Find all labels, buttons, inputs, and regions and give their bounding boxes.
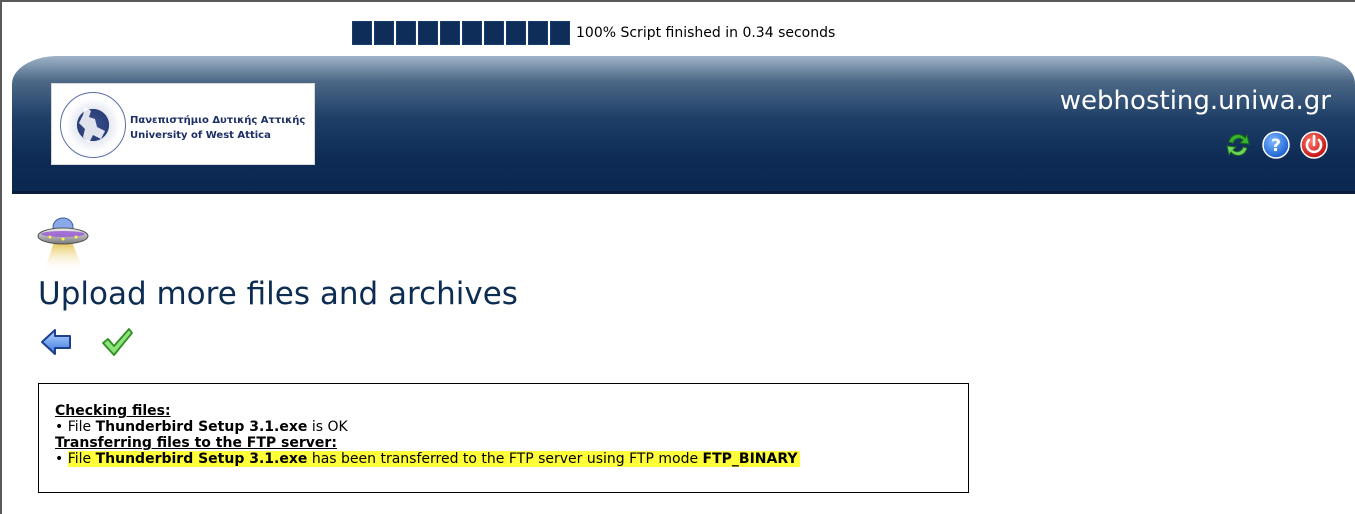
ftp-mode: FTP_BINARY: [702, 451, 798, 467]
university-seal-icon: [60, 92, 126, 158]
site-title: webhosting.uniwa.gr: [1059, 86, 1331, 116]
page-actions: [40, 325, 134, 359]
progress-block: [396, 21, 416, 45]
transfer-prefix: File: [67, 451, 96, 467]
page-title: Upload more files and archives: [38, 276, 518, 312]
progress-block: [528, 21, 548, 45]
check-prefix: File: [67, 419, 96, 435]
university-logo[interactable]: Πανεπιστήμιο Δυτικής Αττικής University …: [51, 83, 315, 165]
back-arrow-icon[interactable]: [40, 325, 74, 359]
ufo-icon: [37, 217, 89, 272]
checked-filename: Thunderbird Setup 3.1.exe: [95, 419, 308, 435]
upload-result-box: Checking files: • File Thunderbird Setup…: [38, 383, 969, 493]
progress-block: [418, 21, 438, 45]
progress-block: [374, 21, 394, 45]
transfer-message: has been transferred to the FTP server u…: [307, 451, 703, 467]
check-result-item: • File Thunderbird Setup 3.1.exe is OK: [55, 419, 968, 435]
transfer-result-item: • File Thunderbird Setup 3.1.exe has bee…: [55, 451, 968, 467]
progress-block: [550, 21, 570, 45]
progress-block: [506, 21, 526, 45]
progress-block: [440, 21, 460, 45]
progress-status-text: 100% Script finished in 0.34 seconds: [576, 25, 836, 41]
progress-indicator: 100% Script finished in 0.34 seconds: [352, 21, 835, 45]
progress-block: [462, 21, 482, 45]
site-header: Πανεπιστήμιο Δυτικής Αττικής University …: [12, 56, 1355, 194]
refresh-icon[interactable]: [1223, 130, 1253, 160]
bullet: •: [55, 451, 64, 467]
progress-block: [484, 21, 504, 45]
check-status: is OK: [307, 419, 348, 435]
help-icon[interactable]: ?: [1261, 130, 1291, 160]
transferred-filename: Thunderbird Setup 3.1.exe: [95, 451, 308, 467]
bullet: •: [55, 419, 64, 435]
checking-files-heading: Checking files:: [55, 403, 171, 419]
progress-bar: [352, 21, 570, 45]
header-divider: [12, 191, 1355, 194]
logout-icon[interactable]: [1299, 130, 1329, 160]
header-toolbar: ?: [1223, 130, 1329, 160]
logo-text-greek: Πανεπιστήμιο Δυτικής Αττικής: [130, 115, 306, 126]
logo-text-english: University of West Attica: [130, 130, 271, 141]
transferring-files-heading: Transferring files to the FTP server:: [55, 435, 337, 451]
checkmark-icon[interactable]: [100, 325, 134, 359]
svg-text:?: ?: [1271, 136, 1281, 156]
progress-block: [352, 21, 372, 45]
transfer-result-highlight: File Thunderbird Setup 3.1.exe has been …: [67, 451, 800, 467]
